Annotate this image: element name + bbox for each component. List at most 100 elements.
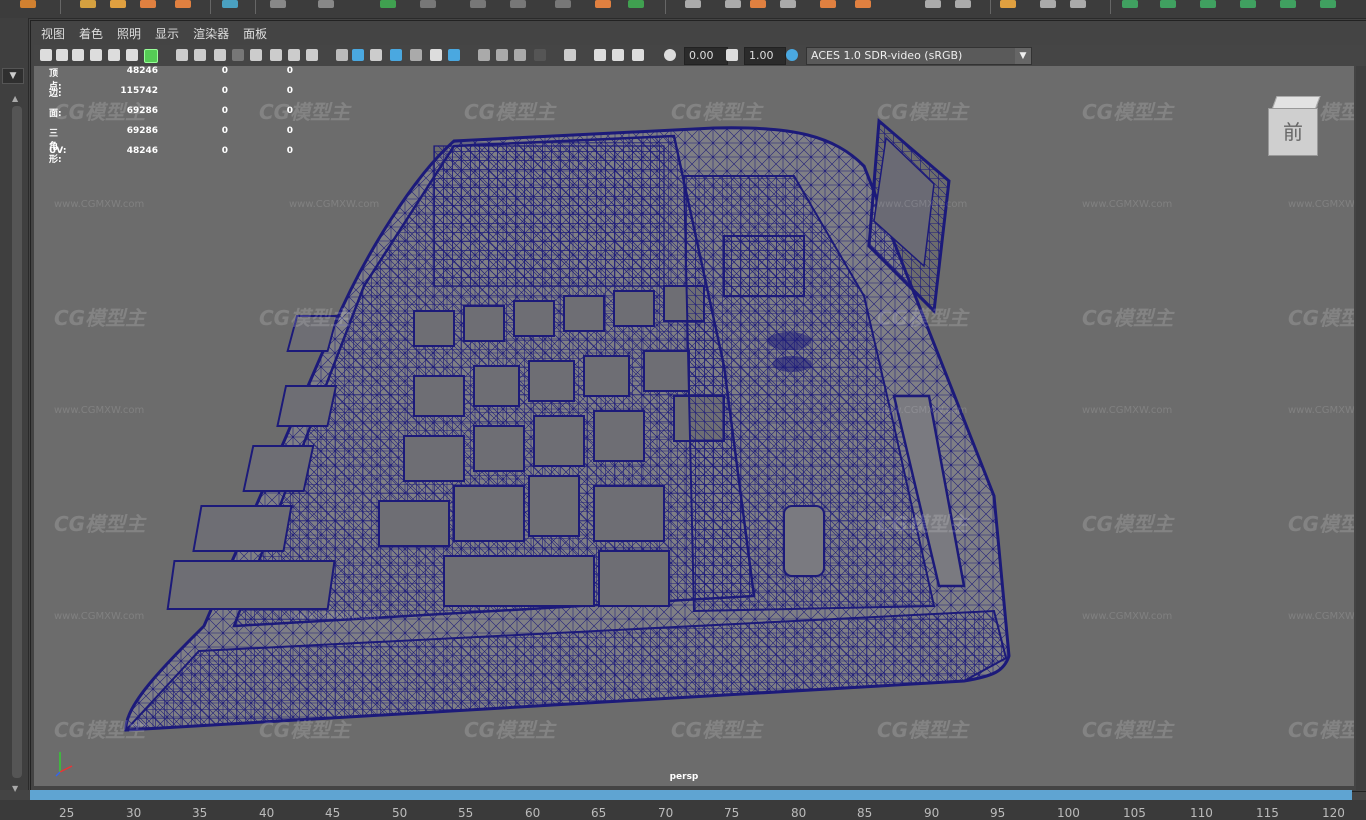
image-plane-icon[interactable]	[90, 49, 102, 61]
shelf-tool-icon[interactable]	[1160, 0, 1176, 8]
shelf-tool-icon[interactable]	[555, 0, 571, 8]
shelf-tool-icon[interactable]	[1070, 0, 1086, 8]
view-cube[interactable]: 前	[1268, 96, 1321, 156]
color-management-icon[interactable]	[786, 49, 798, 61]
shelf-tool-icon[interactable]	[110, 0, 126, 8]
shelf-tool-icon[interactable]	[595, 0, 611, 8]
menu-panels[interactable]: 面板	[236, 24, 274, 44]
isolate-select-icon[interactable]	[564, 49, 576, 61]
watermark-url: www.CGMXW.com	[1082, 199, 1173, 210]
time-slider[interactable]: 25 30 35 40 45 50 55 60 65 70 75 80 85 9…	[0, 800, 1366, 820]
gate-mask-icon[interactable]	[232, 49, 244, 61]
xray-icon[interactable]	[594, 49, 606, 61]
shelf-tool-icon[interactable]	[140, 0, 156, 8]
grease-pencil-icon[interactable]	[108, 49, 120, 61]
menu-view[interactable]: 视图	[34, 24, 72, 44]
grid-icon[interactable]	[176, 49, 188, 61]
watermark-logo: CG模型主	[1082, 512, 1174, 536]
shelf-tool-icon[interactable]	[1122, 0, 1138, 8]
shelf-tool-icon[interactable]	[1040, 0, 1056, 8]
shelf-tool-icon[interactable]	[685, 0, 701, 8]
timeline-tick: 65	[591, 806, 607, 820]
shelf-tool-icon[interactable]	[780, 0, 796, 8]
wireframe-on-shaded-icon[interactable]	[390, 49, 402, 61]
2d-pan-zoom-icon[interactable]	[126, 49, 138, 61]
panel-scrollbar[interactable]	[12, 106, 22, 778]
resolution-gate-icon[interactable]	[214, 49, 226, 61]
gamma-icon[interactable]	[726, 49, 738, 61]
shelf-tool-icon[interactable]	[820, 0, 836, 8]
text-overlay-icon[interactable]	[306, 49, 318, 61]
depth-of-field-icon[interactable]	[534, 49, 546, 61]
shelf-tool-icon[interactable]	[1280, 0, 1296, 8]
timeline-tick: 55	[458, 806, 474, 820]
watermark-url: www.CGMXW.com	[54, 199, 145, 210]
3d-viewport[interactable]: CG模型主 CG模型主 CG模型主 CG模型主 CG模型主 CG模型主 CG模型…	[34, 66, 1354, 786]
textured-icon[interactable]	[410, 49, 422, 61]
motion-blur-icon[interactable]	[496, 49, 508, 61]
camera-attributes-icon[interactable]	[56, 49, 68, 61]
timeline-tick: 90	[924, 806, 940, 820]
menu-show[interactable]: 显示	[148, 24, 186, 44]
default-material-icon[interactable]	[370, 49, 382, 61]
hud-value: 48246	[126, 146, 158, 156]
menu-shading[interactable]: 着色	[72, 24, 110, 44]
hud-value: 0	[286, 146, 293, 156]
use-all-lights-icon[interactable]	[430, 49, 442, 61]
shelf-tool-icon[interactable]	[955, 0, 971, 8]
wireframe-icon[interactable]	[336, 49, 348, 61]
shelf-tool-icon[interactable]	[1320, 0, 1336, 8]
safe-action-icon[interactable]	[270, 49, 282, 61]
shelf-tool-icon[interactable]	[750, 0, 766, 8]
select-camera-icon[interactable]	[40, 49, 52, 61]
menu-renderer[interactable]: 渲染器	[186, 24, 236, 44]
film-gate-icon[interactable]	[194, 49, 206, 61]
bookmark-icon[interactable]	[72, 49, 84, 61]
shelf-tool-icon[interactable]	[510, 0, 526, 8]
shelf-tool-icon[interactable]	[925, 0, 941, 8]
shelf-tool-icon[interactable]	[175, 0, 191, 8]
shelf-tool-icon[interactable]	[1000, 0, 1016, 8]
timeline-tick: 85	[857, 806, 873, 820]
shelf-tool-icon[interactable]	[420, 0, 436, 8]
grease-pencil-tool-icon[interactable]	[144, 49, 158, 63]
exposure-icon[interactable]	[664, 49, 676, 61]
shelf-tool-icon[interactable]	[1240, 0, 1256, 8]
shelf-separator	[60, 0, 61, 14]
watermark-logo: CG模型主	[54, 306, 146, 330]
timeslider-range-bar[interactable]	[30, 790, 1352, 800]
safe-title-icon[interactable]	[288, 49, 300, 61]
hud-value: 48246	[126, 66, 158, 76]
shelf-separator	[990, 0, 991, 14]
shelf-tool-icon[interactable]	[20, 0, 36, 8]
shelf-tool-icon[interactable]	[1200, 0, 1216, 8]
shelf-tool-icon[interactable]	[318, 0, 334, 8]
shelf-tool-icon[interactable]	[470, 0, 486, 8]
shelf-tool-icon[interactable]	[855, 0, 871, 8]
shelf-tool-icon[interactable]	[222, 0, 238, 8]
gamma-field[interactable]: 1.00	[744, 47, 786, 65]
shelf-tool-icon[interactable]	[380, 0, 396, 8]
scroll-up-icon[interactable]: ▲	[12, 94, 18, 103]
scroll-down-icon[interactable]: ▼	[12, 784, 18, 793]
shelf-tool-icon[interactable]	[725, 0, 741, 8]
xray-joints-icon[interactable]	[612, 49, 624, 61]
xray-components-icon[interactable]	[632, 49, 644, 61]
hud-value: 0	[221, 126, 228, 136]
shelf-tool-icon[interactable]	[80, 0, 96, 8]
anti-aliasing-icon[interactable]	[514, 49, 526, 61]
smooth-shade-icon[interactable]	[352, 49, 364, 61]
shadows-icon[interactable]	[448, 49, 460, 61]
view-cube-front-face[interactable]: 前	[1268, 108, 1318, 156]
ambient-occlusion-icon[interactable]	[478, 49, 490, 61]
menu-lighting[interactable]: 照明	[110, 24, 148, 44]
shelf-separator	[210, 0, 211, 14]
panel-dropdown-button[interactable]: ▼	[2, 68, 24, 84]
shelf-tool-icon[interactable]	[628, 0, 644, 8]
watermark-logo: CG模型主	[1288, 718, 1354, 742]
exposure-field[interactable]: 0.00	[684, 47, 728, 65]
chevron-down-icon[interactable]: ▼	[1015, 48, 1031, 64]
field-chart-icon[interactable]	[250, 49, 262, 61]
color-management-select[interactable]: ACES 1.0 SDR-video (sRGB) ▼	[806, 47, 1032, 65]
shelf-tool-icon[interactable]	[270, 0, 286, 8]
